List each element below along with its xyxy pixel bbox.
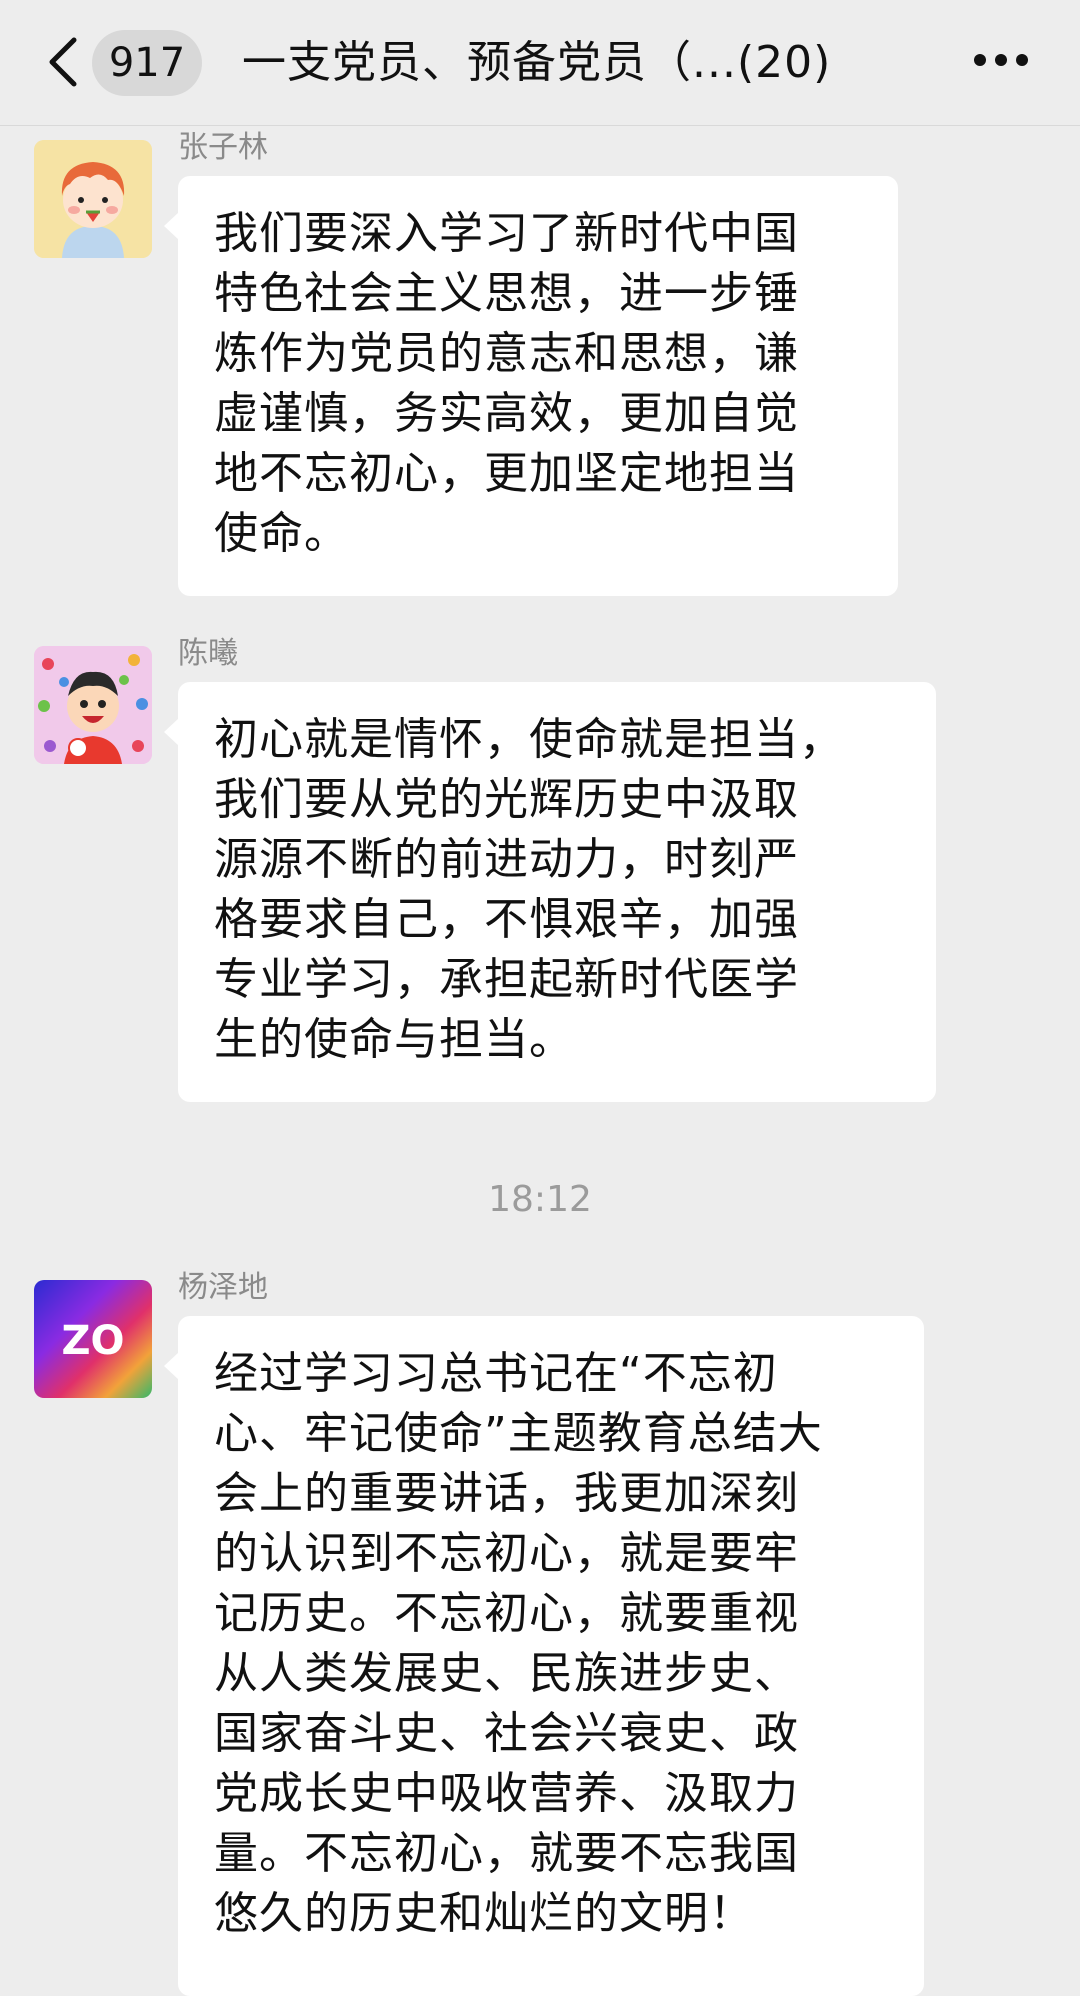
- unread-count-badge[interactable]: 917: [92, 30, 202, 96]
- sender-name: 陈曦: [178, 636, 238, 671]
- message-bubble[interactable]: 我们要深入学习了新时代中国 特色社会主义思想，进一步锤 炼作为党员的意志和思想，…: [164, 176, 898, 596]
- chevron-left-icon[interactable]: [44, 36, 84, 88]
- avatar[interactable]: [34, 140, 152, 258]
- cartoon-kid-hearts-avatar-icon: [34, 646, 152, 764]
- sender-name: 张子林: [178, 130, 268, 165]
- chat-header: 917 一支党员、预备党员（...(20): [0, 0, 1080, 126]
- message-bubble[interactable]: 经过学习习总书记在“不忘初 心、牢记使命”主题教育总结大 会上的重要讲话，我更加…: [164, 1316, 924, 1996]
- message-bubble[interactable]: 初心就是情怀，使命就是担当， 我们要从党的光辉历史中汲取 源源不断的前进动力，时…: [164, 682, 936, 1102]
- chat-title: 一支党员、预备党员（...(20): [242, 37, 832, 88]
- timestamp-separator: 18:12: [488, 1179, 592, 1220]
- avatar-logo-text: ZO: [61, 1318, 124, 1364]
- avatar[interactable]: ZO: [34, 1280, 152, 1398]
- sender-name: 杨泽地: [178, 1270, 268, 1305]
- ellipsis-icon[interactable]: [974, 54, 1028, 68]
- gradient-logo-avatar-icon: ZO: [34, 1280, 152, 1398]
- cartoon-boy-avatar-icon: [34, 140, 152, 258]
- avatar[interactable]: [34, 646, 152, 764]
